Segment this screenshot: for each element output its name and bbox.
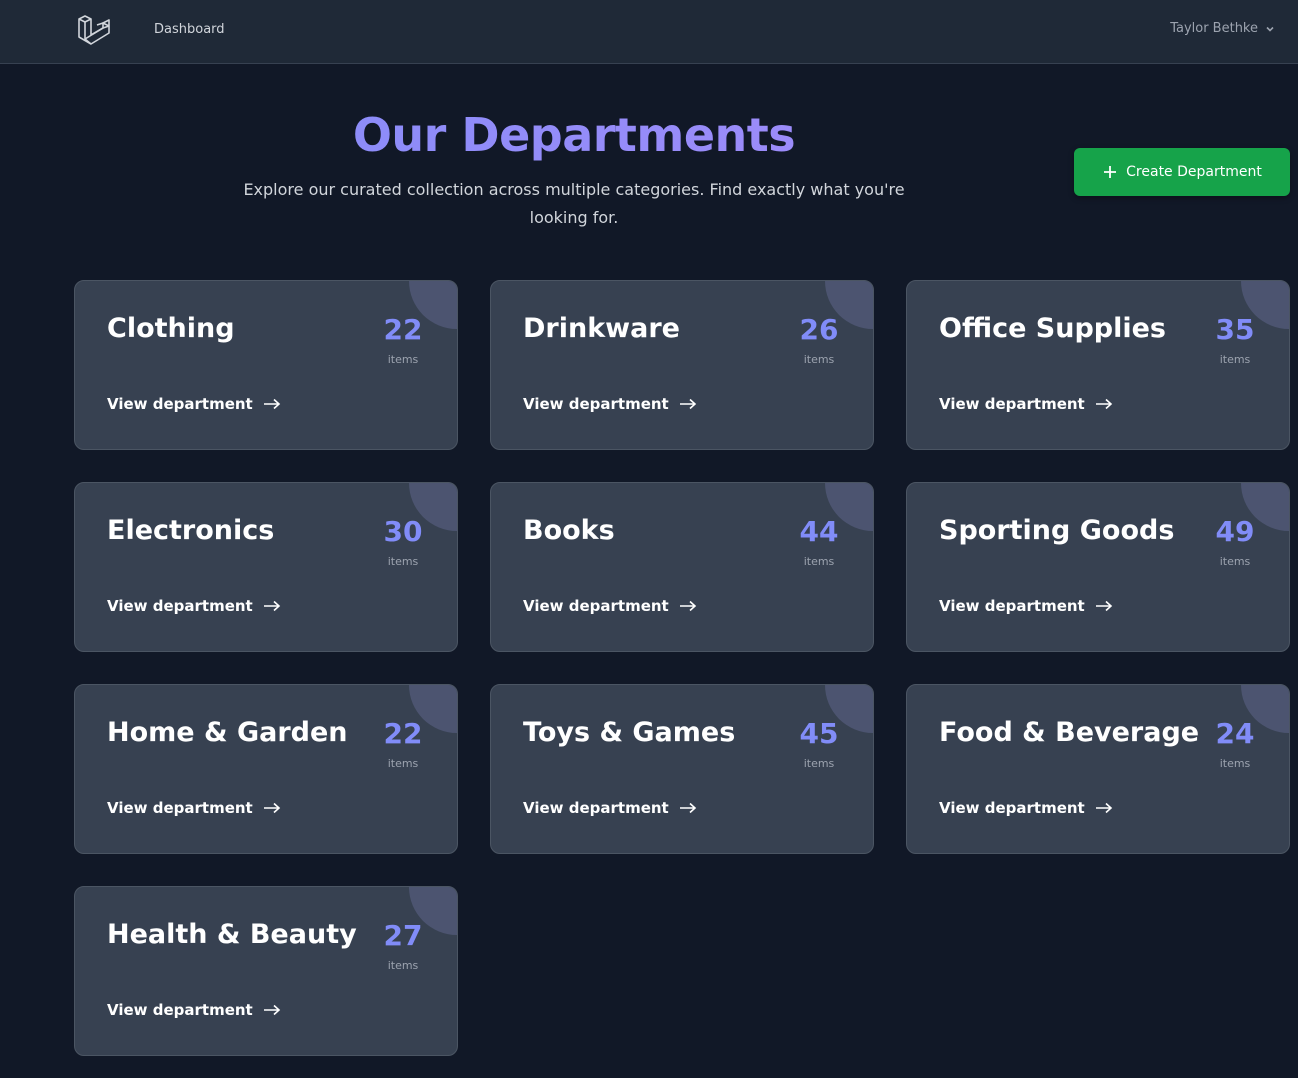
arrow-right-icon xyxy=(263,600,280,612)
department-card[interactable]: Clothing 22 items View department xyxy=(74,280,458,450)
department-name: Toys & Games xyxy=(523,717,736,748)
view-department-link[interactable]: View department xyxy=(107,1001,281,1019)
department-item-count: 22 xyxy=(383,313,423,346)
view-department-link[interactable]: View department xyxy=(523,597,697,615)
view-department-link[interactable]: View department xyxy=(939,597,1113,615)
department-item-count: 22 xyxy=(383,717,423,750)
department-card[interactable]: Drinkware 26 items View department xyxy=(490,280,874,450)
create-department-button[interactable]: Create Department xyxy=(1074,148,1290,196)
plus-icon xyxy=(1104,166,1117,178)
page-subtitle: Explore our curated collection across mu… xyxy=(243,180,905,227)
department-card[interactable]: Electronics 30 items View department xyxy=(74,482,458,652)
item-count-label: items xyxy=(803,353,835,366)
arrow-right-icon xyxy=(1095,802,1112,814)
department-card[interactable]: Sporting Goods 49 items View department xyxy=(906,482,1290,652)
view-department-label: View department xyxy=(523,597,669,615)
view-department-link[interactable]: View department xyxy=(939,799,1113,817)
page-title: Our Departments xyxy=(0,108,1148,162)
item-count-label: items xyxy=(803,555,835,568)
item-count-label: items xyxy=(387,959,419,972)
arrow-right-icon xyxy=(679,398,696,410)
arrow-right-icon xyxy=(263,1004,280,1016)
view-department-link[interactable]: View department xyxy=(107,799,281,817)
view-department-link[interactable]: View department xyxy=(107,395,281,413)
item-count-label: items xyxy=(387,757,419,770)
department-item-count: 44 xyxy=(799,515,839,548)
department-name: Books xyxy=(523,515,615,546)
view-department-label: View department xyxy=(107,395,253,413)
department-item-count: 49 xyxy=(1215,515,1255,548)
arrow-right-icon xyxy=(1095,398,1112,410)
view-department-label: View department xyxy=(939,597,1085,615)
view-department-label: View department xyxy=(939,395,1085,413)
chevron-down-icon xyxy=(1266,26,1274,32)
item-count-label: items xyxy=(1219,353,1251,366)
department-name: Drinkware xyxy=(523,313,680,344)
item-count-label: items xyxy=(387,555,419,568)
user-name: Taylor Bethke xyxy=(1170,21,1258,36)
view-department-link[interactable]: View department xyxy=(523,395,697,413)
department-name: Electronics xyxy=(107,515,275,546)
department-item-count: 30 xyxy=(383,515,423,548)
view-department-label: View department xyxy=(523,395,669,413)
arrow-right-icon xyxy=(679,600,696,612)
department-item-count: 35 xyxy=(1215,313,1255,346)
create-department-label: Create Department xyxy=(1126,164,1262,180)
view-department-label: View department xyxy=(107,1001,253,1019)
department-card[interactable]: Health & Beauty 27 items View department xyxy=(74,886,458,1056)
department-name: Clothing xyxy=(107,313,235,344)
item-count-label: items xyxy=(803,757,835,770)
laravel-logo-icon[interactable] xyxy=(76,13,112,49)
department-card[interactable]: Home & Garden 22 items View department xyxy=(74,684,458,854)
view-department-label: View department xyxy=(523,799,669,817)
item-count-label: items xyxy=(1219,757,1251,770)
item-count-label: items xyxy=(387,353,419,366)
item-count-label: items xyxy=(1219,555,1251,568)
department-card[interactable]: Office Supplies 35 items View department xyxy=(906,280,1290,450)
top-navigation: Dashboard Taylor Bethke xyxy=(0,0,1298,64)
view-department-label: View department xyxy=(107,597,253,615)
department-name: Home & Garden xyxy=(107,717,348,748)
department-card[interactable]: Toys & Games 45 items View department xyxy=(490,684,874,854)
arrow-right-icon xyxy=(263,398,280,410)
arrow-right-icon xyxy=(1095,600,1112,612)
view-department-label: View department xyxy=(939,799,1085,817)
department-item-count: 27 xyxy=(383,919,423,952)
department-name: Health & Beauty xyxy=(107,919,357,950)
department-item-count: 26 xyxy=(799,313,839,346)
department-name: Sporting Goods xyxy=(939,515,1175,546)
department-name: Food & Beverage xyxy=(939,717,1200,748)
view-department-link[interactable]: View department xyxy=(107,597,281,615)
department-item-count: 24 xyxy=(1215,717,1255,750)
department-item-count: 45 xyxy=(799,717,839,750)
view-department-link[interactable]: View department xyxy=(939,395,1113,413)
department-card[interactable]: Food & Beverage 24 items View department xyxy=(906,684,1290,854)
view-department-label: View department xyxy=(107,799,253,817)
arrow-right-icon xyxy=(679,802,696,814)
department-card[interactable]: Books 44 items View department xyxy=(490,482,874,652)
department-name: Office Supplies xyxy=(939,313,1166,344)
arrow-right-icon xyxy=(263,802,280,814)
user-menu-dropdown[interactable]: Taylor Bethke xyxy=(1170,21,1276,36)
view-department-link[interactable]: View department xyxy=(523,799,697,817)
nav-link-dashboard[interactable]: Dashboard xyxy=(154,22,225,37)
